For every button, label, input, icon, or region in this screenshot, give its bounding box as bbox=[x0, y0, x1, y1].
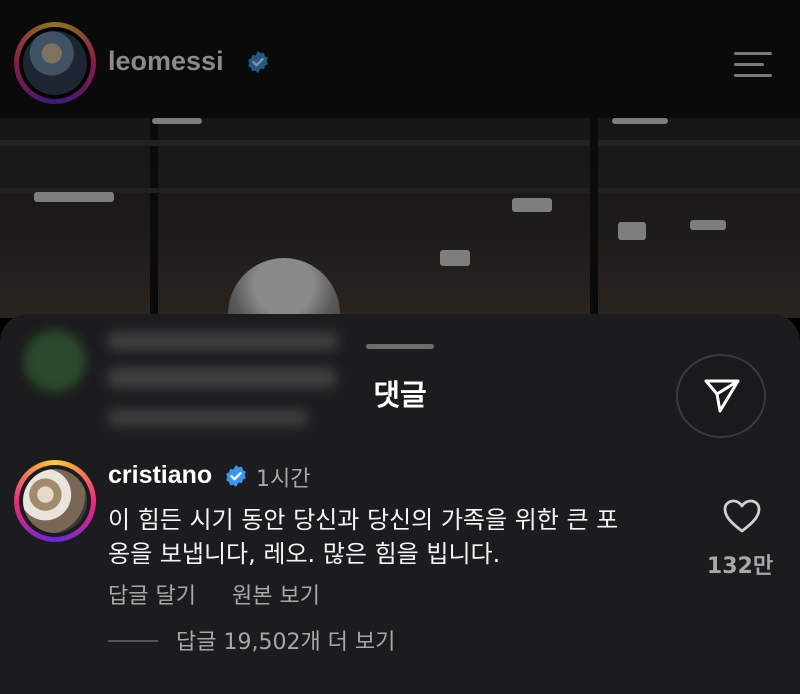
hamburger-menu-icon[interactable] bbox=[730, 50, 776, 78]
comment-text-line: 옹을 보냅니다, 레오. 많은 힘을 빕니다. bbox=[108, 540, 501, 568]
blurred-comment-username bbox=[108, 332, 338, 350]
verified-badge-icon bbox=[248, 51, 268, 73]
view-more-replies-button[interactable]: 답글 19,502개 더 보기 bbox=[176, 624, 395, 656]
comment-text-line: 이 힘든 시기 동안 당신과 당신의 가족을 위한 큰 포 bbox=[108, 506, 619, 534]
profile-username[interactable]: leomessi bbox=[108, 46, 224, 77]
see-original-button[interactable]: 원본 보기 bbox=[232, 578, 320, 610]
comment-text: 이 힘든 시기 동안 당신과 당신의 가족을 위한 큰 포 옹을 보냅니다, 레… bbox=[108, 503, 688, 571]
profile-header: leomessi bbox=[0, 0, 800, 118]
comment-timestamp: 1시간 bbox=[256, 467, 311, 492]
send-icon bbox=[704, 379, 740, 413]
heart-icon[interactable] bbox=[722, 498, 762, 534]
post-image-background bbox=[0, 118, 800, 318]
send-button[interactable] bbox=[676, 354, 766, 438]
replies-divider bbox=[108, 640, 158, 642]
reply-button[interactable]: 답글 달기 bbox=[108, 578, 196, 610]
like-count: 132만 bbox=[706, 554, 774, 579]
profile-avatar[interactable] bbox=[14, 22, 96, 104]
comment-avatar[interactable] bbox=[14, 460, 96, 542]
sheet-drag-handle[interactable] bbox=[366, 344, 434, 349]
comment-username[interactable]: cristiano bbox=[108, 461, 212, 490]
verified-badge-icon bbox=[226, 465, 246, 487]
